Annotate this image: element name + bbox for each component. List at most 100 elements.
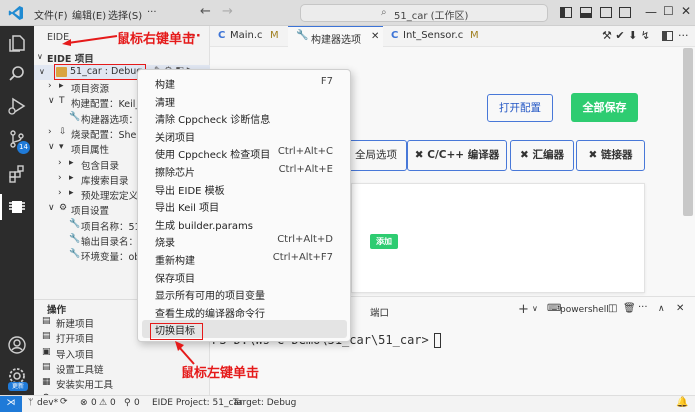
context-menu-item-label: 烧录 bbox=[155, 238, 175, 250]
context-menu-item[interactable]: 显示所有可用的项目变量 bbox=[142, 285, 347, 303]
context-menu-item-shortcut: Ctrl+Alt+D bbox=[277, 234, 333, 246]
split-editor-icon[interactable] bbox=[662, 31, 673, 41]
close-icon[interactable]: ✕ bbox=[681, 4, 691, 18]
tab-main-c[interactable]: C Main.c M bbox=[210, 26, 288, 47]
context-menu-item[interactable]: 关闭项目 bbox=[142, 127, 347, 145]
wrench-icon: 🔧 bbox=[296, 30, 309, 41]
tab-linker[interactable]: ✖ 链接器 bbox=[576, 140, 645, 171]
wrench-cross-icon: ✖ bbox=[520, 149, 529, 161]
search-icon[interactable] bbox=[7, 64, 27, 84]
tree-item-icon: ▸ bbox=[69, 188, 74, 199]
tree-item-icon: ▸ bbox=[69, 157, 74, 168]
tab-c-compiler[interactable]: ✖ C/C++ 编译器 bbox=[407, 140, 507, 171]
op-item-label: 新建项目 bbox=[56, 319, 95, 330]
toggle-sidebar-icon[interactable] bbox=[560, 7, 572, 18]
context-menu-item-label: 清除 Cppcheck 诊断信息 bbox=[155, 115, 271, 127]
context-menu-item[interactable]: 查看生成的编译器命令行 bbox=[142, 303, 347, 321]
context-menu-item-label: 重新构建 bbox=[155, 256, 195, 267]
explorer-icon[interactable] bbox=[7, 33, 27, 53]
shell-label[interactable]: powershell bbox=[560, 305, 609, 315]
tree-item-icon: 🔧 bbox=[69, 218, 81, 229]
context-menu-item[interactable]: 生成 builder.params bbox=[142, 215, 347, 233]
maximize-panel-icon[interactable]: ∧ bbox=[658, 304, 665, 314]
tab-int-sensor-c[interactable]: C Int_Sensor.c M bbox=[383, 26, 479, 47]
context-menu-item[interactable]: 重新构建 Ctrl+Alt+F7 bbox=[142, 250, 347, 268]
chevron-down-icon[interactable]: ∨ bbox=[37, 52, 43, 61]
eide-icon[interactable] bbox=[7, 197, 27, 217]
extensions-icon[interactable] bbox=[7, 164, 27, 184]
editor-tabs: C Main.c M 🔧 构建器选项 ✕ C Int_Sensor.c M ⚒ … bbox=[210, 26, 695, 47]
op-item-icon: ▤ bbox=[42, 361, 51, 372]
command-center[interactable]: ⌕ 51_car (工作区) bbox=[300, 4, 548, 22]
context-menu-item[interactable]: 烧录 Ctrl+Alt+D bbox=[142, 232, 347, 250]
tab-global-options[interactable]: 全局选项 bbox=[345, 140, 407, 171]
tree-item-icon: ▸ bbox=[69, 172, 74, 183]
trash-icon[interactable]: 🗑 bbox=[623, 303, 636, 314]
tree-item-icon: ⇩ bbox=[59, 126, 67, 137]
context-menu-item[interactable]: 清除 Cppcheck 诊断信息 bbox=[142, 109, 347, 127]
context-menu-item[interactable]: 保存项目 bbox=[142, 268, 347, 286]
new-terminal-icon[interactable]: + bbox=[518, 302, 529, 317]
target-status[interactable]: Target: Debug bbox=[233, 398, 296, 408]
context-menu-item-label: 导出 Keil 项目 bbox=[155, 203, 220, 215]
op-item-label: 导入项目 bbox=[56, 349, 95, 361]
forward-arrow-icon[interactable]: → bbox=[222, 4, 233, 19]
context-menu-item[interactable]: 构建 F7 bbox=[142, 74, 347, 92]
run-debug-icon[interactable] bbox=[7, 96, 27, 116]
menu-more[interactable]: ··· bbox=[147, 7, 157, 18]
tab-close-icon[interactable]: ✕ bbox=[371, 31, 379, 42]
panel-tab-ports[interactable]: 端口 bbox=[370, 305, 389, 319]
context-menu-item-shortcut: F7 bbox=[320, 76, 333, 87]
context-menu-item[interactable]: 导出 Keil 项目 bbox=[142, 197, 347, 215]
context-menu-item[interactable]: 导出 EIDE 模板 bbox=[142, 180, 347, 198]
split-terminal-icon[interactable]: ◫ bbox=[608, 303, 617, 314]
op-item-label: 安装实用工具 bbox=[56, 380, 114, 392]
context-menu-item[interactable]: 清理 bbox=[142, 92, 347, 110]
chevron-down-icon[interactable]: ∨ bbox=[532, 304, 538, 313]
tree-item-icon: ▸ bbox=[59, 81, 64, 91]
menu-selection[interactable]: 选择(S) bbox=[108, 7, 142, 22]
close-panel-icon[interactable]: ✕ bbox=[676, 303, 684, 314]
editor-more-icon[interactable]: ··· bbox=[678, 29, 689, 42]
remote-icon[interactable]: ⋊ bbox=[0, 396, 22, 412]
chevron-right-icon: › bbox=[48, 81, 52, 91]
minimize-icon[interactable]: — bbox=[645, 5, 657, 19]
account-icon[interactable] bbox=[7, 335, 27, 355]
save-all-button[interactable]: 全部保存 bbox=[571, 93, 638, 122]
menu-edit[interactable]: 编辑(E) bbox=[72, 7, 106, 22]
branch-label[interactable]: dev* bbox=[37, 398, 58, 408]
toggle-secondary-sidebar-icon[interactable] bbox=[600, 7, 612, 18]
c-file-icon: C bbox=[391, 30, 399, 41]
tree-item-icon: 🔧 bbox=[69, 249, 81, 260]
sync-icon[interactable]: ⟳ bbox=[60, 397, 68, 407]
eide-toolbar-icons[interactable]: ⚒ ✔ ⬇ ↯ bbox=[602, 29, 650, 42]
customize-layout-icon[interactable] bbox=[619, 7, 631, 18]
chevron-right-icon: › bbox=[58, 188, 62, 199]
toggle-panel-icon[interactable] bbox=[580, 7, 592, 18]
add-button[interactable]: 添加 bbox=[370, 234, 398, 249]
panel-more-icon[interactable]: ··· bbox=[638, 302, 648, 313]
op-item-icon: ▣ bbox=[42, 346, 51, 357]
maximize-icon[interactable]: ☐ bbox=[663, 4, 674, 18]
ops-title: 操作 bbox=[47, 305, 67, 316]
active-indicator bbox=[0, 194, 2, 220]
context-menu-item[interactable]: 擦除芯片 Ctrl+Alt+E bbox=[142, 162, 347, 180]
notifications-icon[interactable]: 🔔 bbox=[676, 397, 688, 408]
tree-item-label: 烧录配置：Shel bbox=[71, 129, 140, 141]
eide-project-status[interactable]: EIDE Project: 51_car bbox=[152, 398, 243, 408]
back-arrow-icon[interactable]: ← bbox=[200, 4, 211, 19]
tree-item-label: 库搜索目录 bbox=[81, 175, 129, 187]
tree-item-label: 项目资源 bbox=[71, 84, 110, 95]
open-config-button[interactable]: 打开配置 bbox=[487, 94, 553, 122]
tab-builder-options[interactable]: 🔧 构建器选项 ✕ bbox=[288, 26, 383, 47]
tab-assembler[interactable]: ✖ 汇编器 bbox=[510, 140, 574, 171]
update-badge: 更新 bbox=[8, 382, 28, 391]
tree-item-label: 项目属性 bbox=[71, 145, 110, 157]
menu-file[interactable]: 文件(F) bbox=[34, 7, 68, 22]
tree-item-label: 项目设置 bbox=[71, 206, 110, 218]
context-menu-item[interactable]: 使用 Cppcheck 检查项目 Ctrl+Alt+C bbox=[142, 144, 347, 162]
context-menu-item-label: 导出 EIDE 模板 bbox=[155, 185, 225, 197]
context-menu-item-label: 生成 builder.params bbox=[155, 220, 253, 232]
editor-scrollbar[interactable] bbox=[683, 48, 693, 216]
activity-bar: 14 更新 bbox=[0, 26, 34, 395]
